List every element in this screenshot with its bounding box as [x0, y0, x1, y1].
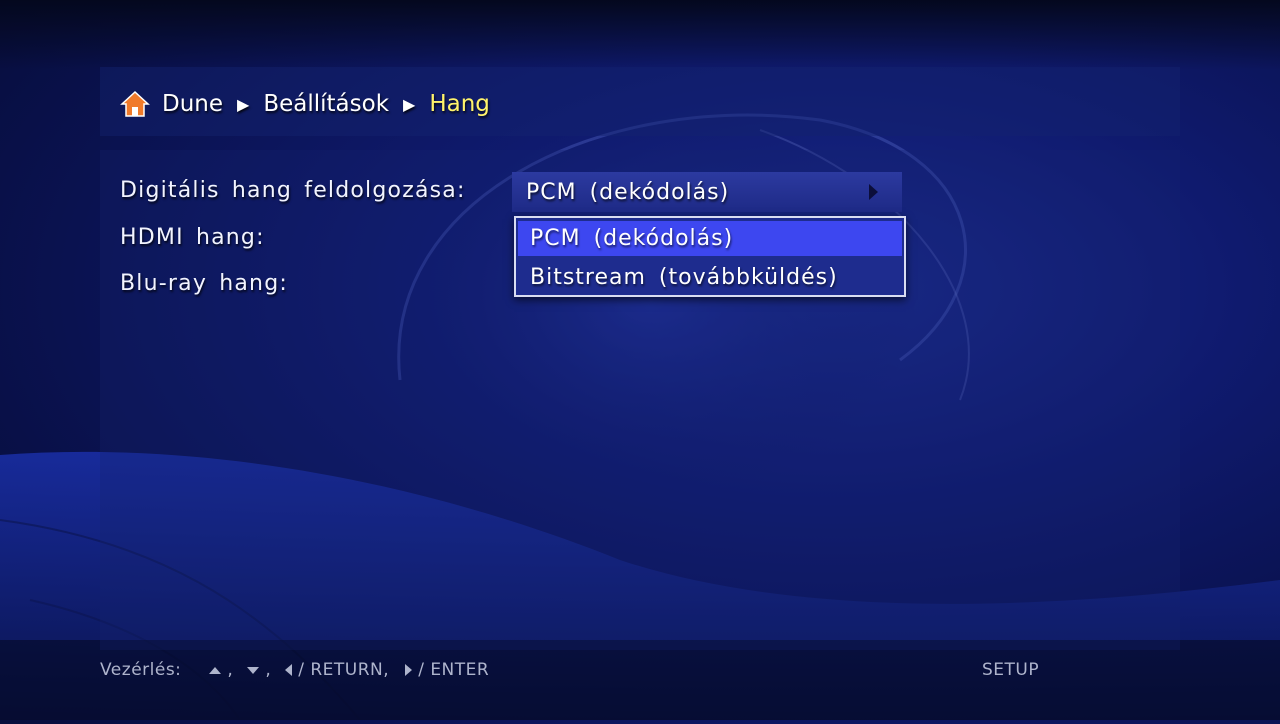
dropdown-menu: PCM (dekódolás) Bitstream (továbbküldés) — [514, 216, 906, 297]
left-arrow-icon — [285, 664, 293, 676]
dropdown-option-bitstream[interactable]: Bitstream (továbbküldés) — [518, 260, 902, 295]
right-arrow-icon — [405, 664, 413, 676]
footer-comma: , — [227, 660, 234, 680]
dropdown-option-pcm[interactable]: PCM (dekódolás) — [518, 221, 902, 256]
home-icon — [120, 90, 150, 117]
footer-enter-text: / ENTER — [418, 660, 490, 680]
breadcrumb-item-dune[interactable]: Dune — [162, 91, 223, 117]
breadcrumb-item-current: Hang — [429, 91, 490, 117]
breadcrumb-separator-icon: ▶ — [237, 94, 250, 114]
breadcrumb-separator-icon: ▶ — [403, 94, 416, 114]
footer-controls: Vezérlés: , , / RETURN, / ENTER — [100, 660, 489, 680]
footer-return-text: / RETURN, — [298, 660, 390, 680]
footer-controls-label: Vezérlés: — [100, 660, 182, 680]
breadcrumb-item-settings[interactable]: Beállítások — [263, 91, 389, 117]
footer-setup-label: SETUP — [982, 660, 1040, 680]
top-shade — [0, 0, 1280, 70]
setting-label-bluray-audio[interactable]: Blu-ray hang: — [120, 271, 288, 296]
digital-audio-value: PCM (dekódolás) — [526, 179, 730, 205]
down-arrow-icon — [247, 666, 260, 674]
breadcrumb: Dune ▶ Beállítások ▶ Hang — [120, 86, 490, 122]
setting-label-hdmi-audio[interactable]: HDMI hang: — [120, 225, 265, 250]
footer-comma: , — [265, 660, 272, 680]
arrow-right-icon — [869, 184, 878, 200]
digital-audio-select[interactable]: PCM (dekódolás) — [512, 172, 902, 212]
up-arrow-icon — [209, 666, 222, 674]
setting-label-digital-audio[interactable]: Digitális hang feldolgozása: — [120, 178, 466, 203]
